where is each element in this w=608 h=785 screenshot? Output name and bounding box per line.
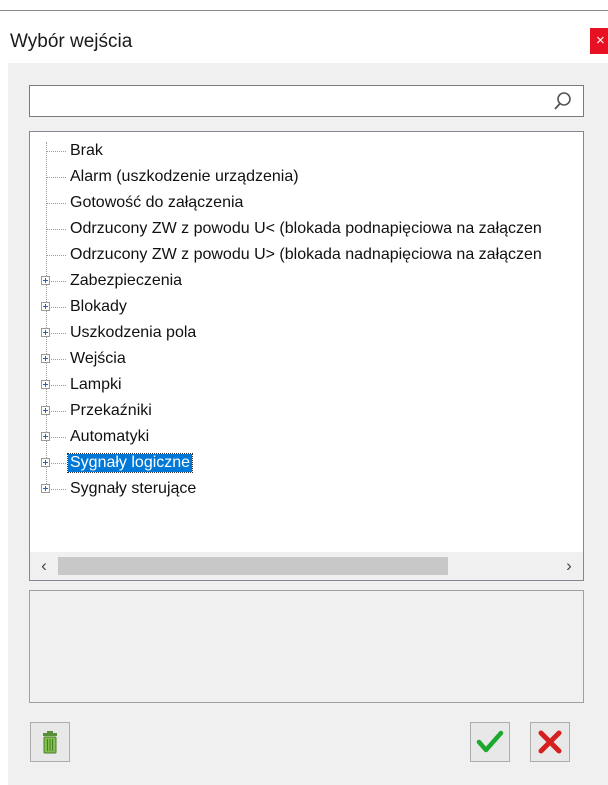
tree-item-label: Zabezpieczenia — [70, 272, 183, 289]
scroll-left-button[interactable]: ‹ — [30, 552, 58, 580]
tree-branch-line — [46, 229, 66, 230]
search-input[interactable] — [29, 85, 584, 117]
tree-branch-line — [46, 255, 66, 256]
expand-plus-icon[interactable] — [41, 432, 50, 441]
tree-item[interactable]: Zabezpieczenia — [30, 268, 583, 294]
close-icon: × — [596, 32, 605, 49]
trash-icon — [43, 731, 57, 754]
tree-item-label: Uszkodzenia pola — [70, 324, 197, 341]
close-button[interactable]: × — [590, 28, 608, 54]
tree-item[interactable]: Odrzucony ZW z powodu U> (blokada nadnap… — [30, 242, 583, 268]
expand-plus-icon[interactable] — [41, 302, 50, 311]
tree-item[interactable]: Gotowość do załączenia — [30, 190, 583, 216]
description-panel — [29, 590, 584, 703]
scroll-right-button[interactable]: › — [555, 552, 583, 580]
tree-item[interactable]: Odrzucony ZW z powodu U< (blokada podnap… — [30, 216, 583, 242]
tree-item-label: Lampki — [70, 376, 122, 393]
tree-branch-line — [46, 203, 66, 204]
tree-item-label: Sygnały sterujące — [70, 480, 197, 497]
signal-tree[interactable]: Brak Alarm (uszkodzenie urządzenia) Gotowo… — [29, 131, 584, 581]
tree-item-label: Odrzucony ZW z powodu U< (blokada podnap… — [70, 220, 542, 237]
delete-button[interactable] — [30, 722, 70, 762]
tree-item-label: Gotowość do załączenia — [70, 194, 244, 211]
expand-plus-icon[interactable] — [41, 328, 50, 337]
tree-item[interactable]: Blokady — [30, 294, 583, 320]
tree-item-label: Automatyki — [70, 428, 150, 445]
tree-item-label: Sygnały logiczne — [66, 453, 194, 473]
tree-item[interactable]: Uszkodzenia pola — [30, 320, 583, 346]
tree-item-label: Wejścia — [70, 350, 126, 367]
ok-button[interactable] — [470, 722, 510, 762]
x-icon — [538, 730, 562, 754]
tree-item[interactable]: Sygnały logiczne — [30, 450, 583, 476]
tree-item-label: Alarm (uszkodzenie urządzenia) — [70, 168, 299, 185]
tree-item[interactable]: Brak — [30, 138, 583, 164]
window-title: Wybór wejścia — [10, 31, 133, 52]
expand-plus-icon[interactable] — [41, 406, 50, 415]
tree-items: Brak Alarm (uszkodzenie urządzenia) Gotowo… — [30, 132, 583, 552]
scroll-thumb[interactable] — [58, 557, 448, 575]
expand-plus-icon[interactable] — [41, 484, 50, 493]
tree-branch-line — [46, 177, 66, 178]
expand-plus-icon[interactable] — [41, 380, 50, 389]
horizontal-scrollbar[interactable]: ‹ › — [30, 552, 583, 580]
checkmark-icon — [476, 730, 504, 753]
tree-item-label: Odrzucony ZW z powodu U> (blokada nadnap… — [70, 246, 542, 263]
tree-item-label: Brak — [70, 142, 103, 159]
cancel-button[interactable] — [530, 722, 570, 762]
tree-item[interactable]: Automatyki — [30, 424, 583, 450]
search-icon[interactable] — [553, 91, 573, 111]
tree-item[interactable]: Przekaźniki — [30, 398, 583, 424]
expand-plus-icon[interactable] — [41, 276, 50, 285]
title-bar: Wybór wejścia — [0, 11, 608, 63]
expand-plus-icon[interactable] — [41, 354, 50, 363]
tree-item-label: Blokady — [70, 298, 127, 315]
tree-item[interactable]: Lampki — [30, 372, 583, 398]
tree-item[interactable]: Sygnały sterujące — [30, 476, 583, 502]
expand-plus-icon[interactable] — [41, 458, 50, 467]
tree-item-label: Przekaźniki — [70, 402, 152, 419]
tree-item[interactable]: Wejścia — [30, 346, 583, 372]
tree-item[interactable]: Alarm (uszkodzenie urządzenia) — [30, 164, 583, 190]
tree-branch-line — [46, 151, 66, 152]
